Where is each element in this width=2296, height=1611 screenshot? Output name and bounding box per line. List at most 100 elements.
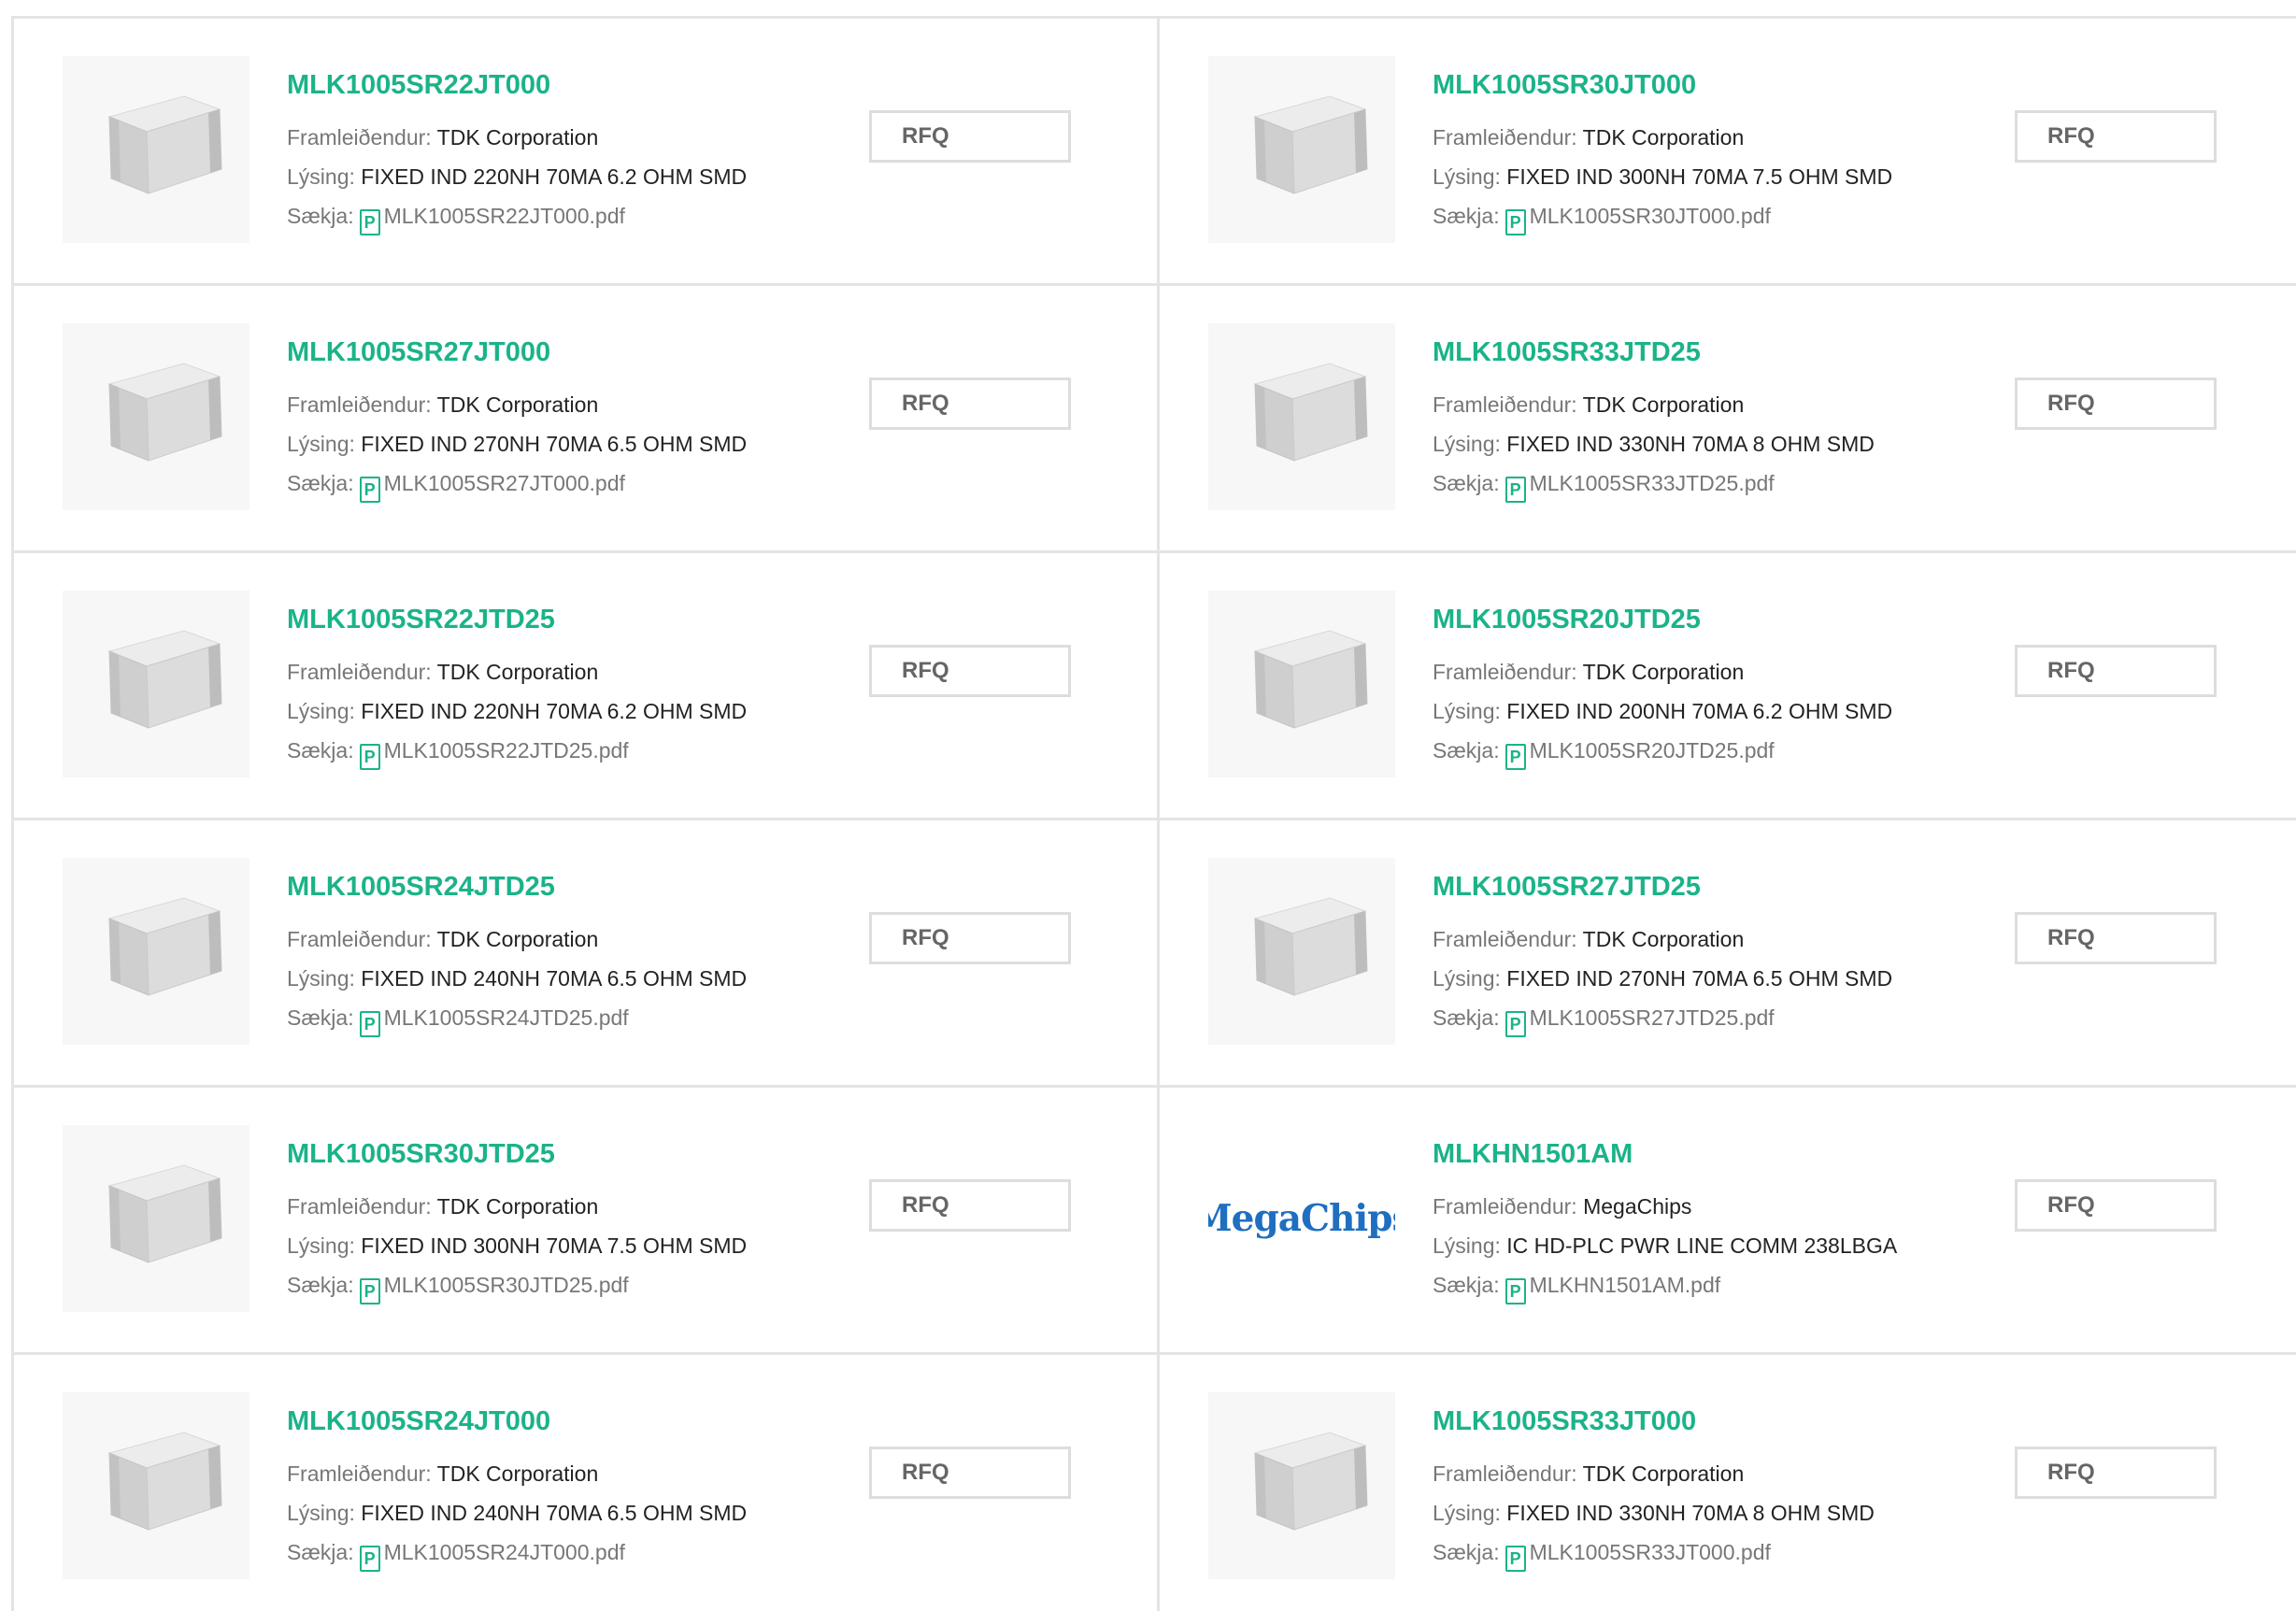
- datasheet-link[interactable]: MLK1005SR33JT000.pdf: [1530, 1540, 1771, 1564]
- manufacturer-value: TDK Corporation: [436, 927, 599, 951]
- datasheet-link[interactable]: MLK1005SR30JT000.pdf: [1530, 204, 1771, 228]
- pdf-icon[interactable]: P: [1505, 1546, 1526, 1572]
- part-number-link[interactable]: MLK1005SR33JT000: [1433, 1406, 1696, 1437]
- datasheet-link[interactable]: MLK1005SR20JTD25.pdf: [1530, 738, 1775, 763]
- part-number-link[interactable]: MLK1005SR27JTD25: [1433, 872, 1701, 903]
- rfq-button[interactable]: RFQ: [869, 1447, 1071, 1499]
- pdf-icon[interactable]: P: [359, 1011, 380, 1037]
- description-label: Lýsing:: [287, 1233, 355, 1258]
- manufacturer-row: Framleiðendur: TDK Corporation: [287, 123, 598, 151]
- download-label: Sækja:: [1433, 738, 1500, 763]
- rfq-button[interactable]: RFQ: [869, 912, 1071, 964]
- part-number-link[interactable]: MLK1005SR20JTD25: [1433, 605, 1701, 635]
- datasheet-link[interactable]: MLK1005SR24JTD25.pdf: [384, 1005, 629, 1030]
- part-number-link[interactable]: MLK1005SR24JT000: [287, 1406, 550, 1437]
- rfq-button[interactable]: RFQ: [2015, 645, 2217, 697]
- description-value: FIXED IND 220NH 70MA 6.2 OHM SMD: [361, 164, 748, 189]
- datasheet-link[interactable]: MLK1005SR27JT000.pdf: [384, 471, 625, 495]
- description-value: FIXED IND 240NH 70MA 6.5 OHM SMD: [361, 1501, 748, 1525]
- pdf-icon[interactable]: P: [1505, 1278, 1526, 1304]
- rfq-button[interactable]: RFQ: [2015, 110, 2217, 163]
- pdf-icon[interactable]: P: [1505, 209, 1526, 235]
- pdf-icon[interactable]: P: [359, 477, 380, 503]
- description-label: Lýsing:: [287, 432, 355, 456]
- datasheet-link[interactable]: MLK1005SR33JTD25.pdf: [1530, 471, 1775, 495]
- megachips-logo: MegaChips: [1208, 1197, 1395, 1240]
- manufacturer-value: MegaChips: [1583, 1194, 1692, 1219]
- pdf-icon[interactable]: P: [1505, 744, 1526, 770]
- product-image[interactable]: [1208, 591, 1395, 777]
- manufacturer-value: TDK Corporation: [1582, 125, 1745, 150]
- pdf-icon[interactable]: P: [1505, 477, 1526, 503]
- datasheet-link[interactable]: MLK1005SR27JTD25.pdf: [1530, 1005, 1775, 1030]
- rfq-button[interactable]: RFQ: [2015, 1179, 2217, 1232]
- product-image[interactable]: [1208, 1392, 1395, 1579]
- product-image[interactable]: [63, 1392, 250, 1579]
- manufacturer-row: Framleiðendur: TDK Corporation: [287, 391, 598, 419]
- product-image[interactable]: [63, 323, 250, 510]
- download-label: Sækja:: [287, 1005, 354, 1030]
- manufacturer-row: Framleiðendur: TDK Corporation: [1433, 391, 1744, 419]
- rfq-button[interactable]: RFQ: [2015, 1447, 2217, 1499]
- part-number-link[interactable]: MLK1005SR22JTD25: [287, 605, 555, 635]
- description-value: FIXED IND 330NH 70MA 8 OHM SMD: [1506, 432, 1875, 456]
- rfq-button[interactable]: RFQ: [869, 1179, 1071, 1232]
- description-value: FIXED IND 220NH 70MA 6.2 OHM SMD: [361, 699, 748, 723]
- description-value: FIXED IND 330NH 70MA 8 OHM SMD: [1506, 1501, 1875, 1525]
- description-row: Lýsing: FIXED IND 270NH 70MA 6.5 OHM SMD: [1433, 964, 1892, 992]
- product-image[interactable]: [63, 858, 250, 1045]
- product-image[interactable]: [1208, 858, 1395, 1045]
- product-image[interactable]: [63, 591, 250, 777]
- description-value: IC HD-PLC PWR LINE COMM 238LBGA: [1506, 1233, 1898, 1258]
- part-number-link[interactable]: MLK1005SR30JTD25: [287, 1139, 555, 1170]
- datasheet-link[interactable]: MLK1005SR22JT000.pdf: [384, 204, 625, 228]
- manufacturer-value: TDK Corporation: [1582, 392, 1745, 417]
- product-image[interactable]: [63, 56, 250, 243]
- download-row: Sækja: P MLK1005SR30JTD25.pdf: [287, 1271, 629, 1304]
- description-label: Lýsing:: [1433, 1233, 1501, 1258]
- pdf-icon[interactable]: P: [359, 744, 380, 770]
- datasheet-link[interactable]: MLK1005SR30JTD25.pdf: [384, 1273, 629, 1297]
- download-label: Sækja:: [287, 1540, 354, 1564]
- datasheet-link[interactable]: MLK1005SR22JTD25.pdf: [384, 738, 629, 763]
- pdf-icon[interactable]: P: [359, 1278, 380, 1304]
- part-number-link[interactable]: MLK1005SR30JT000: [1433, 70, 1696, 101]
- product-image[interactable]: [63, 1125, 250, 1312]
- product-card: MLK1005SR33JTD25 Framleiðendur: TDK Corp…: [1160, 286, 2296, 553]
- description-row: Lýsing: FIXED IND 220NH 70MA 6.2 OHM SMD: [287, 163, 747, 191]
- product-image[interactable]: MegaChips: [1208, 1125, 1395, 1312]
- download-label: Sækja:: [287, 1273, 354, 1297]
- inductor-chip-icon: [107, 1432, 222, 1531]
- datasheet-link[interactable]: MLKHN1501AM.pdf: [1530, 1273, 1721, 1297]
- description-label: Lýsing:: [287, 699, 355, 723]
- description-row: Lýsing: FIXED IND 330NH 70MA 8 OHM SMD: [1433, 1499, 1875, 1527]
- rfq-button[interactable]: RFQ: [869, 645, 1071, 697]
- description-row: Lýsing: FIXED IND 330NH 70MA 8 OHM SMD: [1433, 430, 1875, 458]
- rfq-button[interactable]: RFQ: [2015, 378, 2217, 430]
- product-image[interactable]: [1208, 323, 1395, 510]
- datasheet-link[interactable]: MLK1005SR24JT000.pdf: [384, 1540, 625, 1564]
- download-row: Sækja: P MLK1005SR22JTD25.pdf: [287, 736, 629, 770]
- part-number-link[interactable]: MLK1005SR27JT000: [287, 337, 550, 368]
- manufacturer-label: Framleiðendur:: [287, 392, 432, 417]
- manufacturer-row: Framleiðendur: TDK Corporation: [287, 1192, 598, 1220]
- rfq-button[interactable]: RFQ: [869, 378, 1071, 430]
- rfq-button[interactable]: RFQ: [2015, 912, 2217, 964]
- product-card: MLK1005SR20JTD25 Framleiðendur: TDK Corp…: [1160, 553, 2296, 820]
- part-number-link[interactable]: MLK1005SR33JTD25: [1433, 337, 1701, 368]
- description-label: Lýsing:: [1433, 432, 1501, 456]
- pdf-icon[interactable]: P: [359, 1546, 380, 1572]
- download-label: Sækja:: [1433, 1005, 1500, 1030]
- manufacturer-row: Framleiðendur: TDK Corporation: [287, 925, 598, 953]
- part-number-link[interactable]: MLK1005SR24JTD25: [287, 872, 555, 903]
- download-row: Sækja: P MLK1005SR33JT000.pdf: [1433, 1538, 1771, 1572]
- pdf-icon[interactable]: P: [359, 209, 380, 235]
- manufacturer-label: Framleiðendur:: [287, 1194, 432, 1219]
- rfq-button[interactable]: RFQ: [869, 110, 1071, 163]
- product-card: MLK1005SR24JTD25 Framleiðendur: TDK Corp…: [14, 820, 1160, 1088]
- product-image[interactable]: [1208, 56, 1395, 243]
- pdf-icon[interactable]: P: [1505, 1011, 1526, 1037]
- part-number-link[interactable]: MLK1005SR22JT000: [287, 70, 550, 101]
- part-number-link[interactable]: MLKHN1501AM: [1433, 1139, 1633, 1170]
- product-card: MLK1005SR27JTD25 Framleiðendur: TDK Corp…: [1160, 820, 2296, 1088]
